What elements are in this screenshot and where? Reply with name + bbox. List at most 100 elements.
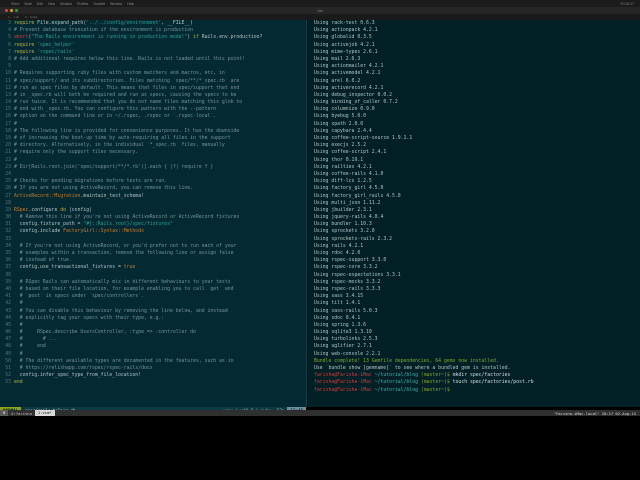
terminal-line-using-gem: Using activerecord 4.2.1 bbox=[308, 85, 640, 92]
editor-line[interactable]: 8 # Add additional requires below this li… bbox=[0, 56, 306, 63]
terminal-line-using-gem: Using jbuilder 2.3.1 bbox=[308, 207, 640, 214]
editor-line[interactable]: 43 # You can disable this behaviour by r… bbox=[0, 308, 306, 315]
editor-line[interactable]: 11 # spec/support/ and its subdirectories… bbox=[0, 78, 306, 85]
editor-line[interactable]: 42 # bbox=[0, 300, 306, 307]
editor-line[interactable]: 16 # option on the command line or in ~/.… bbox=[0, 113, 306, 120]
editor-line[interactable]: 25 # Checks for pending migrations before… bbox=[0, 178, 306, 185]
code-token: '../../config/environment' bbox=[86, 21, 162, 26]
terminal-line-using-gem: Using rspec-core 3.3.2 bbox=[308, 264, 640, 271]
gem-name: activemodel 4.2.1 bbox=[331, 71, 381, 77]
editor-line[interactable]: 22 # bbox=[0, 157, 306, 164]
using-label: Using bbox=[314, 179, 329, 185]
code-token: |config| bbox=[66, 207, 93, 213]
gem-name: rspec-expectations 3.3.1 bbox=[331, 272, 401, 278]
line-number: 29 bbox=[5, 207, 11, 213]
editor-line[interactable]: 30 # Remove this line if you're not usin… bbox=[0, 214, 306, 221]
tmux-window-1[interactable]: 1:vim* bbox=[34, 410, 55, 416]
editor-line[interactable]: 52 config.infer_spec_type_from_file_loca… bbox=[0, 372, 306, 379]
tmux-window-0[interactable]: 0:farisha bbox=[8, 411, 35, 416]
menu-item-window[interactable]: Window bbox=[110, 2, 122, 6]
terminal-line-using-gem: Using sprockets-rails 2.3.2 bbox=[308, 236, 640, 243]
zoom-window-button[interactable] bbox=[15, 9, 18, 12]
menu-item-view[interactable]: View bbox=[48, 2, 55, 6]
editor-line[interactable]: 27 ActiveRecord::Migration.maintain_test_… bbox=[0, 193, 306, 200]
tab-bash[interactable]: 2. bash bbox=[25, 15, 38, 19]
editor-line[interactable]: 21 # require only the support files neces… bbox=[0, 149, 306, 156]
line-number: 53 bbox=[5, 380, 11, 386]
tab-vim[interactable]: 1. vim bbox=[8, 15, 19, 19]
editor-line[interactable]: 49 # bbox=[0, 351, 306, 358]
editor-line[interactable]: 40 # based on their file location, for e… bbox=[0, 286, 306, 293]
editor-line[interactable]: 13 # in _spec.rb will both be required an… bbox=[0, 92, 306, 99]
editor-line[interactable]: 53 end bbox=[0, 379, 306, 386]
editor-line[interactable]: 29 RSpec.configure do |config| bbox=[0, 207, 306, 214]
editor-line[interactable]: 24 bbox=[0, 171, 306, 178]
editor-line[interactable]: 48 # end bbox=[0, 343, 306, 350]
menu-item-edit[interactable]: Edit bbox=[37, 2, 43, 6]
editor-line[interactable]: 9 bbox=[0, 63, 306, 70]
terminal-line-using-gem: Using turbolinks 2.5.3 bbox=[308, 336, 640, 343]
terminal-prompt-line[interactable]: farisha@Farisha-iMac ~/tutorial/blog (ma… bbox=[308, 379, 640, 386]
editor-line[interactable]: 6 require 'spec_helper' bbox=[0, 42, 306, 49]
vim-editor-pane[interactable]: 3 require File.expand_path('../../config/… bbox=[0, 20, 307, 407]
editor-line[interactable]: 39 # RSpec Rails can automatically mix i… bbox=[0, 279, 306, 286]
terminal-line-using-gem: Using sass 3.4.15 bbox=[308, 293, 640, 300]
terminal-pane[interactable]: Using rack-test 0.6.3 Using actionpack 4.… bbox=[308, 20, 640, 407]
tmux-session: 0 bbox=[0, 410, 9, 416]
menu-item-toolbelt[interactable]: Toolbelt bbox=[93, 2, 105, 6]
editor-line[interactable]: 10 # Requires supporting ruby files with … bbox=[0, 70, 306, 77]
terminal-line-using-gem: Using binding_of_caller 0.7.2 bbox=[308, 99, 640, 106]
editor-line[interactable]: 51 # https://relishapp.com/rspec/rspec-r… bbox=[0, 365, 306, 372]
editor-line[interactable]: 5 abort("The Rails environment is running… bbox=[0, 34, 306, 41]
editor-line[interactable]: 50 # The different available types are d… bbox=[0, 358, 306, 365]
menu-item-help[interactable]: Help bbox=[127, 2, 134, 6]
menu-item-profiles[interactable]: Profiles bbox=[77, 2, 88, 6]
editor-line[interactable]: 26 # If you are not using ActiveRecord, y… bbox=[0, 185, 306, 192]
close-window-button[interactable] bbox=[5, 9, 8, 12]
code-token: # bbox=[14, 301, 23, 307]
using-label: Using bbox=[314, 322, 329, 328]
using-label: Using bbox=[314, 351, 329, 357]
menu-item-session[interactable]: Session bbox=[60, 2, 72, 6]
editor-line[interactable]: 32 config.include FactoryGirl::Syntax::M… bbox=[0, 228, 306, 235]
gem-name: sprockets-rails 2.3.2 bbox=[331, 236, 392, 242]
editor-line[interactable]: 7 require 'rspec/rails' bbox=[0, 49, 306, 56]
editor-line[interactable]: 28 bbox=[0, 200, 306, 207]
editor-line[interactable]: 47 # # ... bbox=[0, 336, 306, 343]
editor-line[interactable]: 4 # Prevent database truncation if the en… bbox=[0, 27, 306, 34]
minimize-window-button[interactable] bbox=[10, 9, 13, 12]
editor-line[interactable]: 31 config.fixture_path = "#{::Rails.root… bbox=[0, 221, 306, 228]
using-label: Using bbox=[314, 85, 329, 91]
editor-line[interactable]: 3 require File.expand_path('../../config/… bbox=[0, 20, 306, 27]
menu-item-iterm[interactable]: iTerm bbox=[11, 2, 19, 6]
editor-line[interactable]: 12 # run as spec files by default. This m… bbox=[0, 85, 306, 92]
editor-line[interactable]: 19 # of increasing the boot-up time by au… bbox=[0, 135, 306, 142]
editor-line[interactable]: 45 # bbox=[0, 322, 306, 329]
gem-name: sdoc 0.4.1 bbox=[331, 315, 361, 321]
editor-line[interactable]: 33 bbox=[0, 236, 306, 243]
editor-line[interactable]: 44 # explicitly tag your specs with thei… bbox=[0, 315, 306, 322]
editor-line[interactable]: 37 config.use_transactional_fixtures = t… bbox=[0, 264, 306, 271]
editor-line[interactable]: 36 # instead of true. bbox=[0, 257, 306, 264]
line-number: 4 bbox=[8, 28, 11, 34]
editor-line[interactable]: 23 # Dir[Rails.root.join('spec/support/**… bbox=[0, 164, 306, 171]
line-number: 51 bbox=[5, 366, 11, 371]
code-token: require bbox=[14, 42, 35, 48]
prompt-branch: (master~)$ bbox=[420, 380, 450, 386]
editor-line[interactable]: 41 # `post` in specs under `spec/control… bbox=[0, 293, 306, 300]
menu-item-shell[interactable]: Shell bbox=[24, 2, 32, 6]
terminal-prompt-line[interactable]: farisha@Farisha-iMac ~/tutorial/blog (ma… bbox=[308, 387, 640, 394]
line-number: 31 bbox=[5, 222, 11, 228]
editor-line[interactable]: 14 # run twice. It is recommended that yo… bbox=[0, 99, 306, 106]
editor-line[interactable]: 15 # end with _spec.rb. You can configure… bbox=[0, 106, 306, 113]
editor-line[interactable]: 35 # examples within a transaction, remo… bbox=[0, 250, 306, 257]
editor-line[interactable]: 20 # directory. Alternatively, in the ind… bbox=[0, 142, 306, 149]
editor-line[interactable]: 18 # The following line is provided for c… bbox=[0, 128, 306, 135]
editor-line[interactable]: 34 # If you're not using ActiveRecord, o… bbox=[0, 243, 306, 250]
editor-line[interactable]: 17 # bbox=[0, 121, 306, 128]
menubar-clock: Fri 20:17 bbox=[620, 1, 634, 6]
editor-line[interactable]: 38 bbox=[0, 272, 306, 279]
editor-line[interactable]: 46 # RSpec.describe UsersController, :ty… bbox=[0, 329, 306, 336]
line-number: 8 bbox=[8, 56, 11, 62]
terminal-prompt-line[interactable]: farisha@Farisha-iMac ~/tutorial/blog (ma… bbox=[308, 372, 640, 379]
